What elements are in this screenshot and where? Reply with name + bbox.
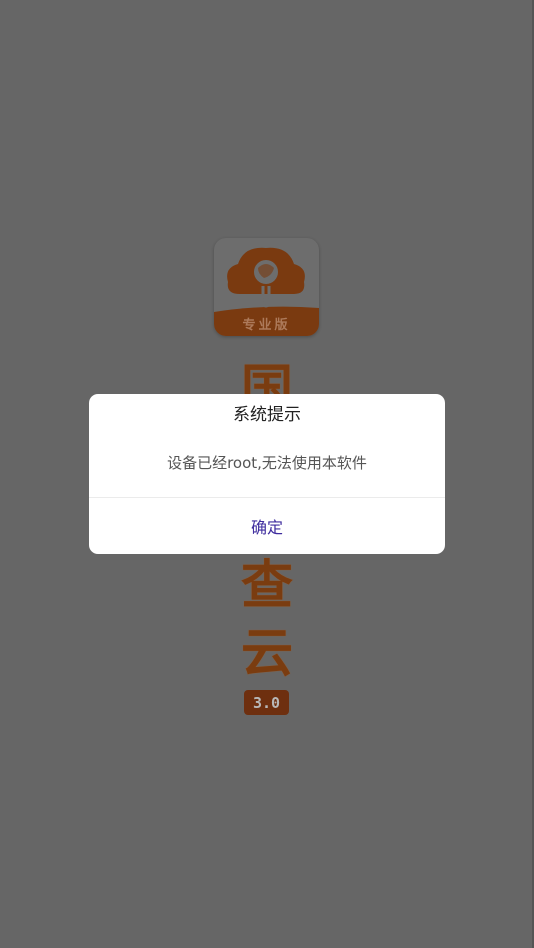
version-badge: 3.0 (244, 690, 289, 715)
app-logo: 专业版 (214, 238, 319, 336)
app-logo-band: 专业版 (242, 317, 291, 333)
splash-title-char-3: 云 (240, 623, 293, 684)
splash-title-char-2: 查 (240, 555, 293, 616)
confirm-button[interactable]: 确定 (89, 498, 445, 554)
dialog-title: 系统提示 (233, 405, 301, 425)
system-alert-dialog: 系统提示 设备已经root,无法使用本软件 确定 (89, 394, 445, 554)
dialog-message: 设备已经root,无法使用本软件 (167, 454, 367, 472)
